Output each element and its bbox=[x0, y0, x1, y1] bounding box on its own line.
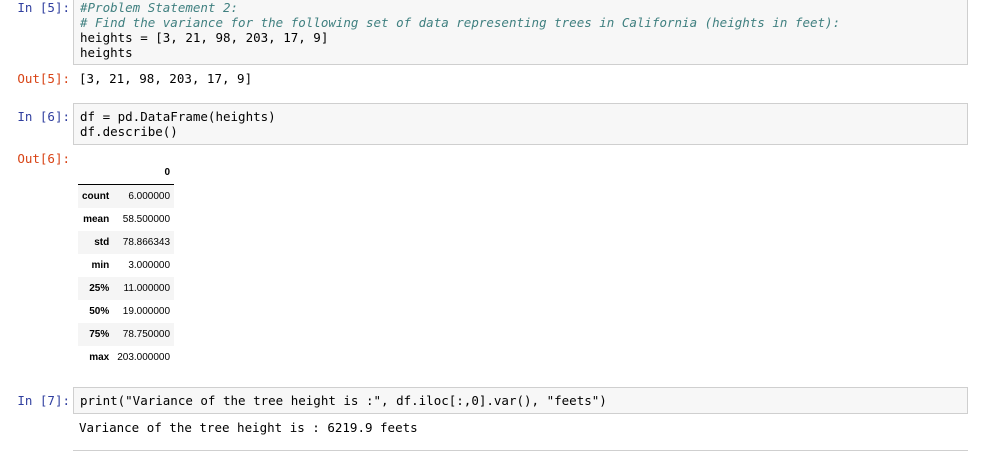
table-row: count 6.000000 bbox=[78, 184, 175, 208]
cell-divider bbox=[73, 450, 968, 451]
table-row: std 78.866343 bbox=[78, 231, 175, 254]
output-text-5: [3, 21, 98, 203, 17, 9] bbox=[79, 71, 253, 86]
row-index: max bbox=[89, 352, 110, 363]
row-value: 11.000000 bbox=[123, 283, 171, 294]
row-index: min bbox=[91, 260, 110, 271]
in-prompt-6: In [6]: bbox=[17, 109, 70, 124]
in-prompt-7: In [7]: bbox=[17, 393, 70, 408]
code-line: # Find the variance for the following se… bbox=[80, 15, 841, 30]
code-cell-6[interactable]: df = pd.DataFrame(heights) df.describe() bbox=[73, 103, 968, 145]
code-line: df.describe() bbox=[80, 124, 178, 139]
out-prompt-5: Out[5]: bbox=[17, 71, 70, 86]
row-index: 25% bbox=[89, 283, 110, 294]
code-line: heights bbox=[80, 45, 133, 60]
row-value: 203.000000 bbox=[117, 352, 171, 363]
table-row: max 203.000000 bbox=[78, 346, 175, 369]
row-value: 19.000000 bbox=[122, 306, 171, 317]
out-prompt-6: Out[6]: bbox=[17, 151, 70, 166]
table-row: 50% 19.000000 bbox=[78, 300, 175, 323]
row-index: 75% bbox=[89, 329, 110, 340]
table-row: min 3.000000 bbox=[78, 254, 175, 277]
table-row: 25% 11.000000 bbox=[78, 277, 175, 300]
row-value: 3.000000 bbox=[128, 260, 171, 271]
row-value: 58.500000 bbox=[122, 214, 171, 225]
code-line: df = pd.DataFrame(heights) bbox=[80, 109, 276, 124]
output-text-7: Variance of the tree height is : 6219.9 … bbox=[79, 420, 418, 435]
code-line: print("Variance of the tree height is :"… bbox=[80, 393, 607, 408]
row-value: 6.000000 bbox=[128, 191, 171, 202]
column-header: 0 bbox=[113, 160, 175, 185]
row-value: 78.750000 bbox=[122, 329, 171, 340]
code-cell-7[interactable]: print("Variance of the tree height is :"… bbox=[73, 387, 968, 414]
table-row: mean 58.500000 bbox=[78, 208, 175, 231]
table-row: 75% 78.750000 bbox=[78, 323, 175, 346]
row-index: std bbox=[94, 237, 110, 248]
table-corner bbox=[78, 160, 114, 185]
row-index: 50% bbox=[89, 306, 110, 317]
code-line: #Problem Statement 2: bbox=[80, 0, 239, 15]
row-value: 78.866343 bbox=[122, 237, 171, 248]
row-index: mean bbox=[83, 214, 110, 225]
in-prompt-5: In [5]: bbox=[17, 0, 70, 15]
code-cell-5[interactable]: #Problem Statement 2: # Find the varianc… bbox=[73, 0, 968, 65]
row-index: count bbox=[82, 191, 110, 202]
code-line: heights = [3, 21, 98, 203, 17, 9] bbox=[80, 30, 329, 45]
describe-table: 0 count 6.000000 mean 58.500000 std 78.8663… bbox=[78, 160, 175, 369]
